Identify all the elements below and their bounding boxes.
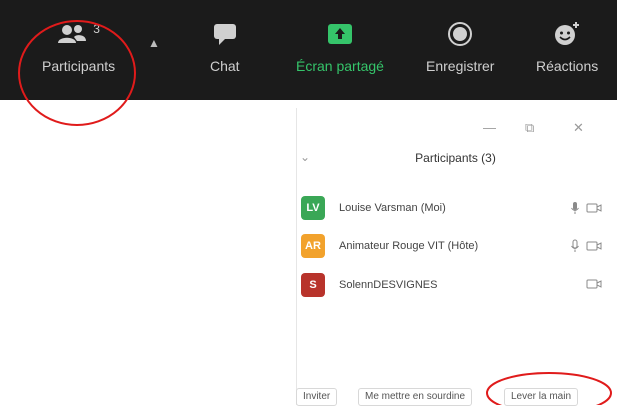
participants-icon-group: 3 <box>57 20 100 48</box>
record-label: Enregistrer <box>426 58 495 74</box>
participants-icon <box>58 25 87 43</box>
close-icon[interactable]: ✕ <box>573 120 584 136</box>
raise-hand-button[interactable]: Lever la main <box>504 388 579 406</box>
avatar: S <box>301 273 325 297</box>
chat-button[interactable]: Chat <box>210 20 240 74</box>
participant-row[interactable]: S SolennDESVIGNES <box>301 271 606 299</box>
popout-icon[interactable]: ⧉ <box>525 120 534 136</box>
camera-icon[interactable] <box>586 202 602 214</box>
participant-name: SolennDESVIGNES <box>339 279 438 291</box>
record-button[interactable]: Enregistrer <box>426 20 494 74</box>
camera-icon[interactable] <box>586 278 602 290</box>
avatar: AR <box>301 234 325 258</box>
participant-name: Louise Varsman (Moi) <box>339 202 446 214</box>
share-screen-label: Écran partagé <box>296 58 384 74</box>
participant-name: Animateur Rouge VIT (Hôte) <box>339 240 479 252</box>
participants-button[interactable]: 3 Participants <box>42 20 115 74</box>
reactions-icon <box>555 22 580 45</box>
meeting-toolbar: 3 Participants ▲ Chat Écran partagé Enre… <box>0 0 617 100</box>
participants-panel: — ⧉ ✕ ⌄ Participants (3) LV Louise Varsm… <box>296 108 614 405</box>
microphone-icon[interactable] <box>570 239 580 253</box>
camera-icon[interactable] <box>586 240 602 252</box>
share-screen-button[interactable]: Écran partagé <box>296 20 384 74</box>
participant-row[interactable]: LV Louise Varsman (Moi) <box>301 194 606 222</box>
panel-title: Participants (3) <box>415 151 496 165</box>
minimize-icon[interactable]: — <box>483 120 496 135</box>
microphone-icon[interactable] <box>570 201 580 215</box>
avatar: LV <box>301 196 325 220</box>
chevron-up-icon[interactable]: ▲ <box>148 36 160 50</box>
participants-count: 3 <box>93 22 100 36</box>
participant-row[interactable]: AR Animateur Rouge VIT (Hôte) <box>301 232 606 260</box>
chat-label: Chat <box>210 58 240 74</box>
share-screen-icon <box>327 24 352 44</box>
chat-icon <box>213 24 236 45</box>
reactions-label: Réactions <box>536 58 599 74</box>
invite-button[interactable]: Inviter <box>296 388 338 406</box>
participants-label: Participants <box>42 58 116 74</box>
mute-self-button[interactable]: Me mettre en sourdine <box>358 388 473 406</box>
reactions-button[interactable]: Réactions <box>536 20 598 74</box>
record-icon <box>448 22 473 46</box>
